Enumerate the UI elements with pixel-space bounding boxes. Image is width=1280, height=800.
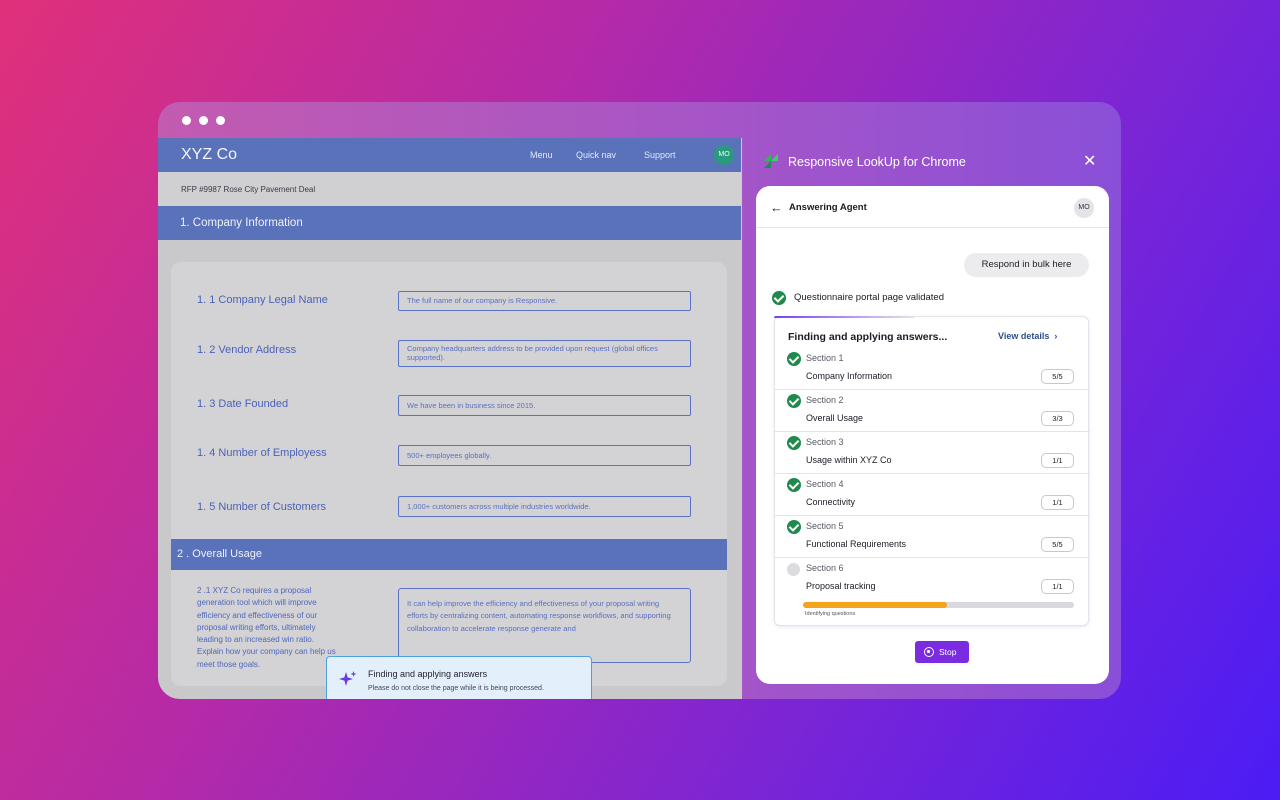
responsive-logo-icon bbox=[764, 154, 778, 168]
field-label-date-founded: 1. 3 Date Founded bbox=[197, 398, 289, 410]
count-badge: 1/1 bbox=[1041, 495, 1074, 510]
validated-status: Questionnaire portal page validated bbox=[794, 292, 944, 303]
stop-icon bbox=[924, 647, 934, 657]
section-row[interactable]: Section 1 Company Information 5/5 bbox=[775, 348, 1090, 390]
toast-title: Finding and applying answers bbox=[368, 669, 488, 679]
section-header-company-information[interactable]: 1. Company Information bbox=[158, 206, 741, 240]
section-title: 1. Company Information bbox=[180, 217, 303, 229]
field-input-date-founded[interactable]: We have been in business since 2015. bbox=[398, 395, 691, 416]
field-input-vendor-address[interactable]: Company headquarters address to be provi… bbox=[398, 340, 691, 367]
section-row[interactable]: Section 3 Usage within XYZ Co 1/1 bbox=[775, 432, 1090, 474]
count-badge: 5/5 bbox=[1041, 369, 1074, 384]
count-badge: 5/5 bbox=[1041, 537, 1074, 552]
section-row[interactable]: Section 4 Connectivity 1/1 bbox=[775, 474, 1090, 516]
check-circle-icon bbox=[787, 478, 801, 492]
field-input-customers[interactable]: 1,000+ customers across multiple industr… bbox=[398, 496, 691, 517]
stop-button[interactable]: Stop bbox=[915, 641, 969, 663]
count-badge: 1/1 bbox=[1041, 579, 1074, 594]
title-bar bbox=[158, 102, 1121, 138]
section-desc: Functional Requirements bbox=[806, 539, 907, 549]
field-label-customers: 1. 5 Number of Customers bbox=[197, 501, 326, 513]
field-input-employees[interactable]: 500+ employees globally. bbox=[398, 445, 691, 466]
section-desc: Connectivity bbox=[806, 497, 856, 507]
window-dot-icon[interactable] bbox=[182, 116, 191, 125]
section-name: Section 4 bbox=[806, 479, 844, 489]
section-name: Section 6 bbox=[806, 563, 844, 573]
breadcrumb-row: RFP #9987 Rose City Pavement Deal bbox=[158, 172, 741, 206]
avatar[interactable]: MO bbox=[714, 145, 734, 165]
nav-support[interactable]: Support bbox=[644, 150, 676, 160]
section-desc: Usage within XYZ Co bbox=[806, 455, 892, 465]
check-circle-icon bbox=[787, 520, 801, 534]
section-title: 2 . Overall Usage bbox=[177, 548, 262, 560]
back-arrow-icon[interactable]: ← bbox=[770, 200, 783, 215]
extension-title: Responsive LookUp for Chrome bbox=[788, 155, 966, 169]
top-nav: XYZ Co Menu Quick nav Support MO bbox=[158, 138, 741, 172]
section-name: Section 5 bbox=[806, 521, 844, 531]
progress-label: Identifying questions bbox=[805, 611, 856, 617]
avatar[interactable]: MO bbox=[1074, 198, 1094, 218]
section-row[interactable]: Section 6 Proposal tracking 1/1 bbox=[775, 558, 1090, 600]
section-name: Section 3 bbox=[806, 437, 844, 447]
form-card: 1. 1 Company Legal Name The full name of… bbox=[171, 262, 727, 686]
stop-label: Stop bbox=[939, 647, 957, 657]
section-desc: Overall Usage bbox=[806, 413, 864, 423]
section-row[interactable]: Section 5 Functional Requirements 5/5 bbox=[775, 516, 1090, 558]
progress-bar bbox=[803, 602, 1074, 608]
window-dot-icon[interactable] bbox=[216, 116, 225, 125]
count-badge: 1/1 bbox=[1041, 453, 1074, 468]
check-circle-icon bbox=[787, 436, 801, 450]
toast-subtitle: Please do not close the page while it is… bbox=[368, 685, 544, 692]
agent-card: ← Answering Agent MO Respond in bulk her… bbox=[756, 186, 1109, 684]
check-circle-icon bbox=[787, 352, 801, 366]
close-icon[interactable]: ✕ bbox=[1083, 154, 1097, 170]
progress-card: Finding and applying answers... View det… bbox=[774, 316, 1090, 626]
breadcrumb: RFP #9987 Rose City Pavement Deal bbox=[181, 185, 316, 194]
nav-quick-nav[interactable]: Quick nav bbox=[576, 150, 616, 160]
processing-toast: Finding and applying answers Please do n… bbox=[326, 656, 592, 699]
section-row[interactable]: Section 2 Overall Usage 3/3 bbox=[775, 390, 1090, 432]
section-desc: Proposal tracking bbox=[806, 581, 876, 591]
rfp-page: XYZ Co Menu Quick nav Support MO RFP #99… bbox=[158, 138, 741, 699]
question-text: 2 .1 XYZ Co requires a proposal generati… bbox=[197, 586, 336, 669]
brand-logo[interactable]: XYZ Co bbox=[181, 146, 237, 164]
check-circle-icon bbox=[787, 394, 801, 408]
section-desc: Company Information bbox=[806, 371, 893, 381]
extension-panel: Responsive LookUp for Chrome ✕ ← Answeri… bbox=[741, 138, 1121, 699]
view-details-link[interactable]: View details › bbox=[998, 331, 1057, 341]
agent-title: Answering Agent bbox=[789, 202, 867, 213]
field-label-legal-name: 1. 1 Company Legal Name bbox=[197, 294, 328, 306]
field-label-vendor-address: 1. 2 Vendor Address bbox=[197, 344, 297, 356]
section-name: Section 2 bbox=[806, 395, 844, 405]
respond-in-bulk-button[interactable]: Respond in bulk here bbox=[964, 253, 1089, 277]
browser-window: XYZ Co Menu Quick nav Support MO RFP #99… bbox=[158, 102, 1121, 699]
field-label-employees: 1. 4 Number of Employess bbox=[197, 447, 327, 459]
sparkle-icon bbox=[339, 671, 357, 686]
section-header-overall-usage[interactable]: 2 . Overall Usage bbox=[171, 539, 727, 570]
field-input-legal-name[interactable]: The full name of our company is Responsi… bbox=[398, 291, 691, 311]
count-badge: 3/3 bbox=[1041, 411, 1074, 426]
pending-circle-icon bbox=[787, 563, 800, 576]
progress-title: Finding and applying answers... bbox=[788, 331, 948, 343]
window-dot-icon[interactable] bbox=[199, 116, 208, 125]
agent-header: ← Answering Agent MO bbox=[756, 186, 1109, 228]
section-name: Section 1 bbox=[806, 353, 844, 363]
answer-textarea[interactable]: It can help improve the efficiency and e… bbox=[398, 588, 691, 663]
nav-menu[interactable]: Menu bbox=[530, 150, 553, 160]
progress-bar-fill bbox=[803, 602, 947, 608]
check-circle-icon bbox=[772, 291, 786, 305]
